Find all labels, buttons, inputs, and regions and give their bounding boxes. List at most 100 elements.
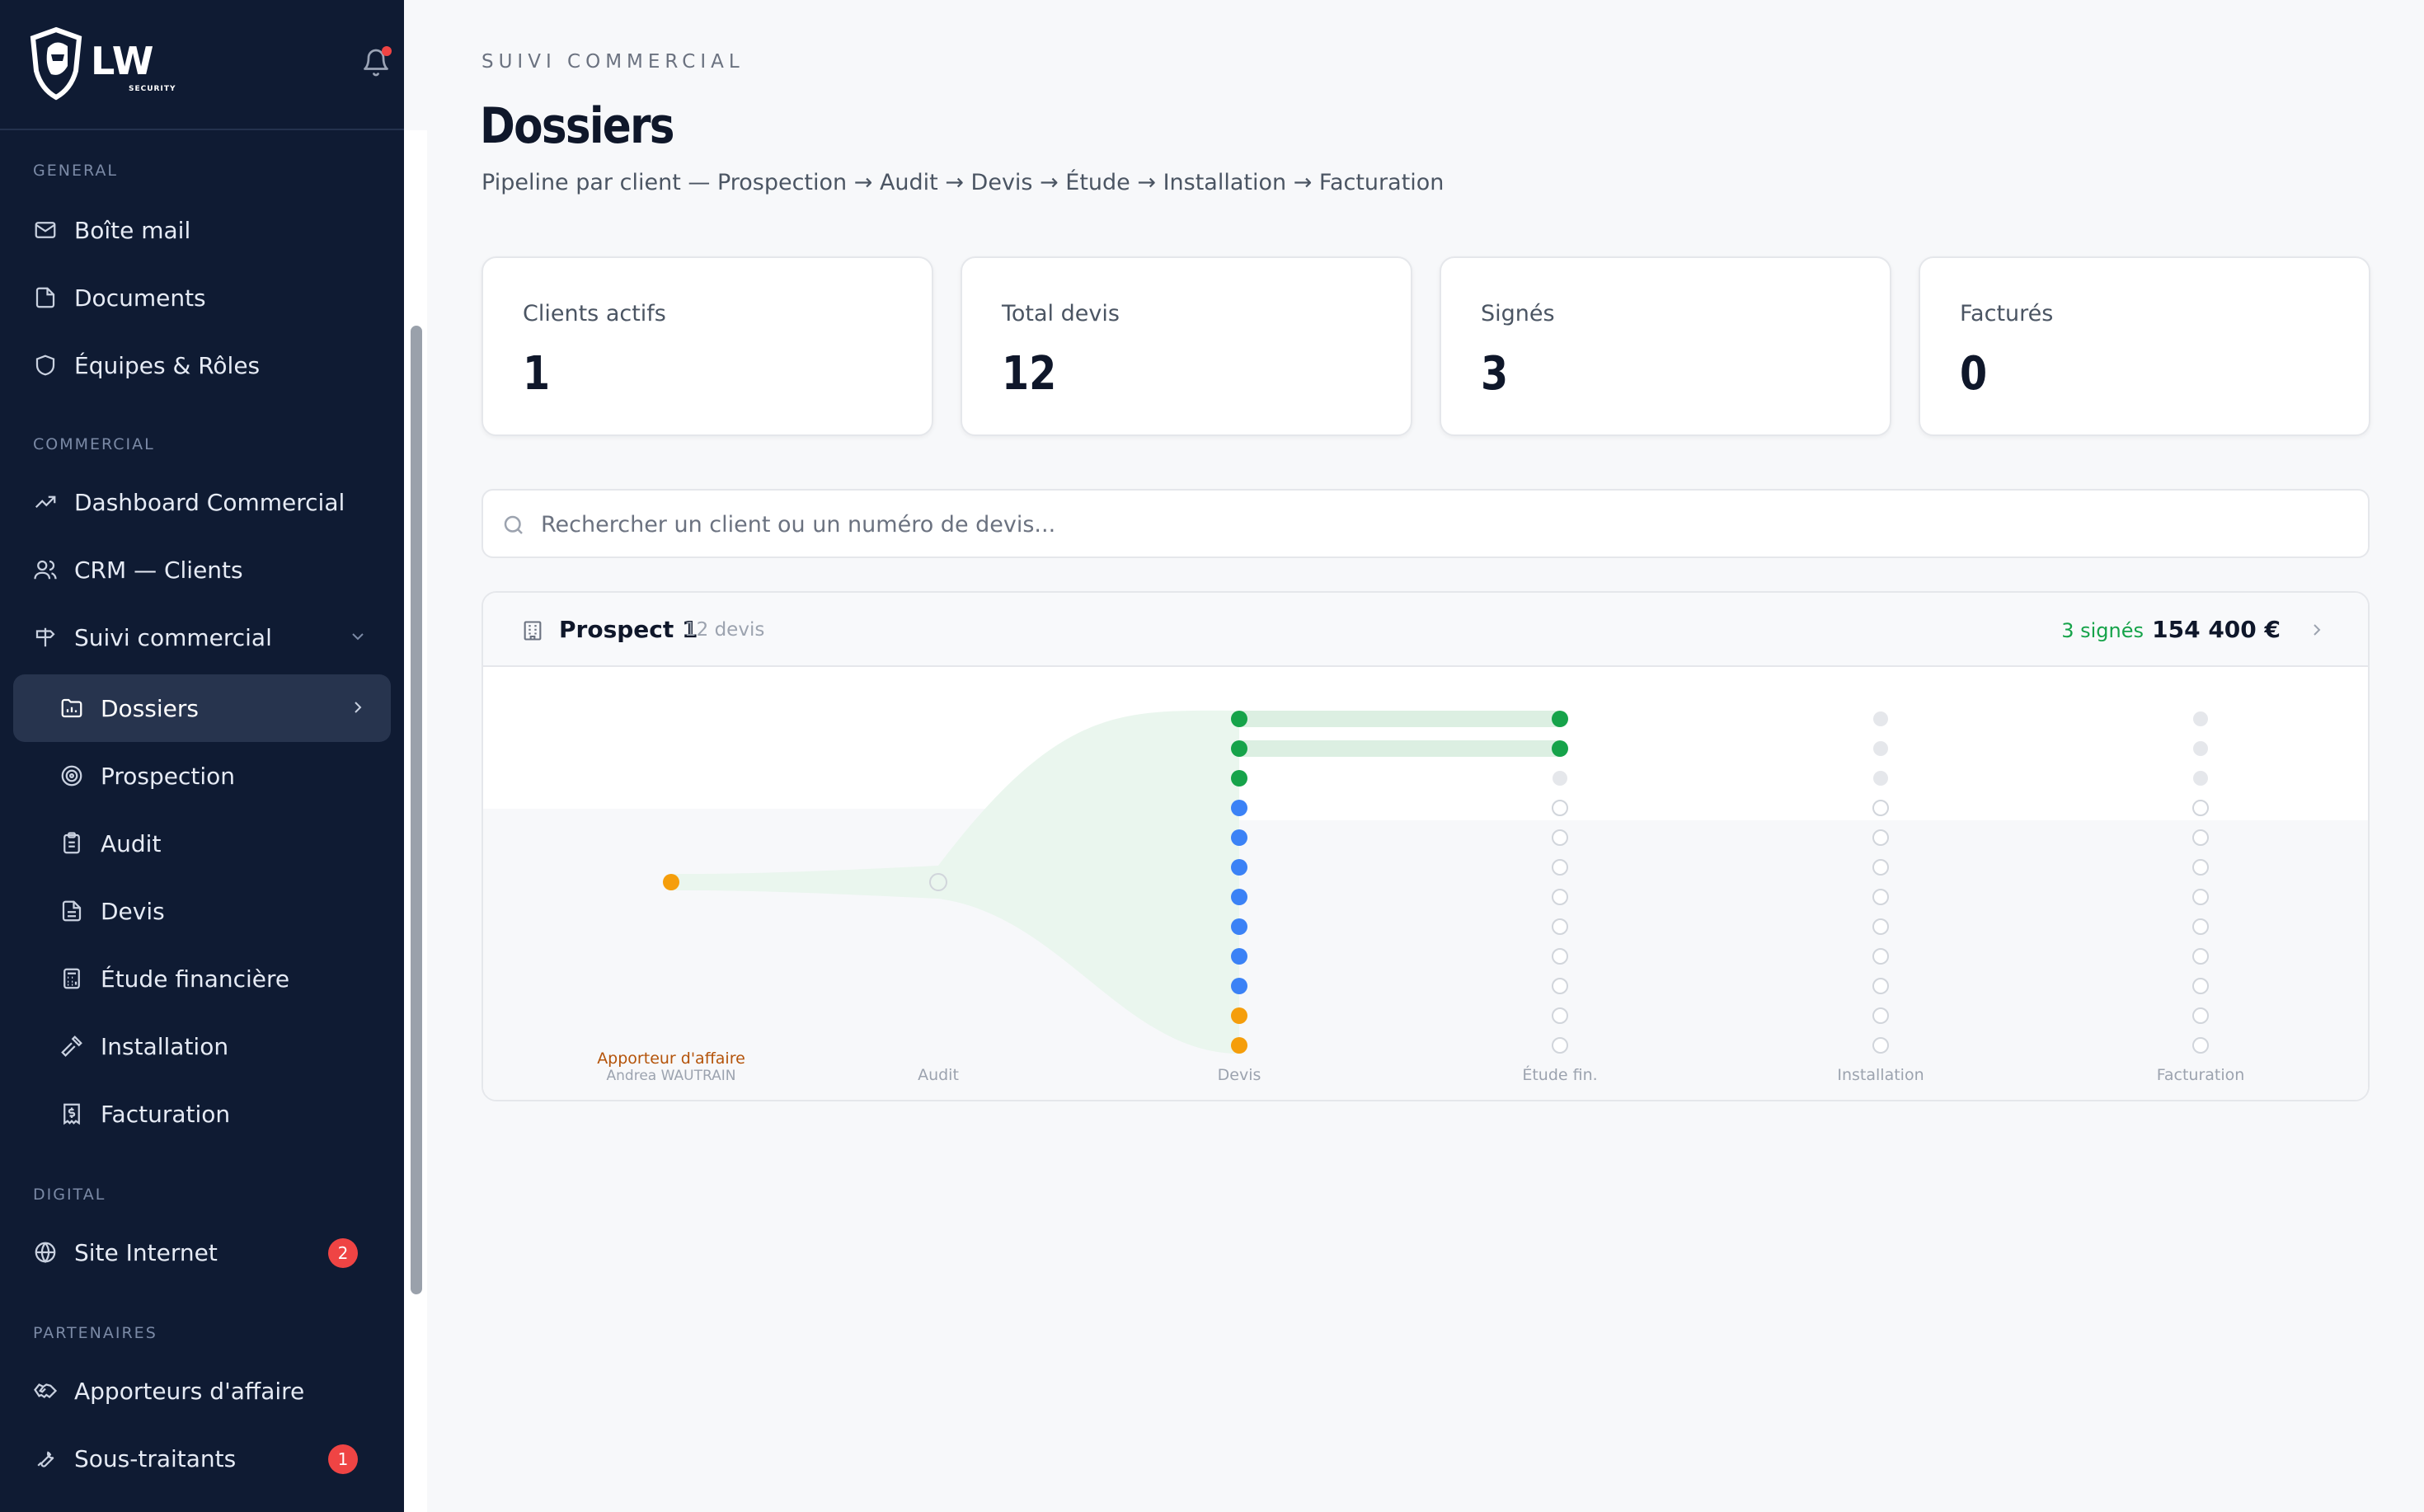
chevron-right-icon[interactable]: [2307, 620, 2327, 640]
page-subtitle: Pipeline par client — Prospection → Audi…: [482, 170, 1445, 195]
sidebar-item-site[interactable]: Site Internet 2: [13, 1219, 391, 1286]
client-devis-count: 12 devis: [684, 619, 765, 641]
stage-node: [1872, 859, 1889, 876]
stage-node: [1552, 1037, 1568, 1054]
stage-node: [2193, 711, 2208, 726]
stage-node: [1872, 948, 1889, 965]
sidebar-item-soustraitants[interactable]: Sous-traitants 1: [13, 1425, 391, 1492]
main-content: SUIVI COMMERCIAL Dossiers Pipeline par c…: [427, 0, 2424, 1512]
logo-subtext: SECURITY: [129, 85, 176, 93]
sidebar-item-label: Dashboard Commercial: [74, 488, 345, 516]
chevron-down-icon: [352, 633, 364, 641]
sidebar-item-label: Installation: [101, 1032, 229, 1060]
sidebar-item-installation[interactable]: Installation: [13, 1012, 391, 1080]
stage-node: [2192, 978, 2209, 994]
sidebar-item-suivi[interactable]: Suivi commercial: [13, 603, 391, 671]
sidebar-item-label: Boîte mail: [74, 216, 191, 244]
sidebar-item-facturation[interactable]: Facturation: [13, 1080, 391, 1148]
stat-value: 3: [1481, 347, 1509, 401]
target-icon: [59, 763, 84, 788]
section-general: GENERAL: [33, 162, 118, 180]
stage-node: [2192, 1007, 2209, 1024]
sidebar-item-apporteurs[interactable]: Apporteurs d'affaire: [13, 1357, 391, 1425]
source-label: Apporteur d'affaire: [597, 1049, 745, 1068]
client-total-amount: 154 400 €: [2152, 616, 2281, 643]
section-partners: PARTENAIRES: [33, 1324, 157, 1342]
stage-node: [1552, 1007, 1568, 1024]
stage-label: Installation: [1837, 1066, 1924, 1084]
mail-icon: [33, 218, 58, 242]
sidebar-item-label: Dossiers: [101, 694, 199, 722]
search-box[interactable]: [482, 489, 2370, 558]
source-node: [663, 874, 679, 890]
sidebar-item-documents[interactable]: Documents: [13, 264, 391, 331]
sidebar-item-prospection[interactable]: Prospection: [13, 742, 391, 810]
stage-node: [1872, 829, 1889, 846]
sidebar-item-etude[interactable]: Étude financière: [13, 945, 391, 1012]
sidebar-item-devis[interactable]: Devis: [13, 877, 391, 945]
sidebar-item-dossiers[interactable]: Dossiers: [13, 674, 391, 742]
stat-value: 1: [523, 347, 551, 401]
sidebar-item-mail[interactable]: Boîte mail: [13, 196, 391, 264]
count-badge: 2: [328, 1238, 358, 1268]
stat-card-clients: Clients actifs 1: [482, 256, 933, 436]
search-input[interactable]: [541, 502, 2338, 547]
stage-node: [1552, 948, 1568, 965]
sidebar-item-label: CRM — Clients: [74, 556, 243, 584]
file-icon: [33, 285, 58, 310]
stage-node: [1552, 829, 1568, 846]
sidebar-item-teams[interactable]: Équipes & Rôles: [13, 331, 391, 399]
signed-flow-bar: [1239, 740, 1560, 757]
client-pipeline-card[interactable]: Prospect 1 12 devis 3 signés 154 400 € A…: [482, 591, 2370, 1101]
section-commercial: COMMERCIAL: [33, 435, 155, 453]
client-signed-count: 3 signés: [2061, 619, 2144, 642]
section-digital: DIGITAL: [33, 1186, 106, 1204]
sidebar-item-label: Devis: [101, 897, 165, 925]
wrench-icon: [33, 1446, 58, 1471]
brand-header: LW SECURITY: [0, 0, 404, 130]
stage-label: Devis: [1218, 1066, 1261, 1084]
sidebar-item-label: Documents: [74, 284, 206, 312]
globe-icon: [33, 1240, 58, 1265]
sidebar-item-audit[interactable]: Audit: [13, 810, 391, 877]
client-card-header[interactable]: Prospect 1 12 devis 3 signés 154 400 €: [483, 593, 2368, 667]
stage-node: [1872, 1007, 1889, 1024]
devis-node: [1231, 711, 1247, 727]
etude-node: [1552, 740, 1568, 757]
file-text-icon: [59, 899, 84, 923]
stage-node: [2192, 859, 2209, 876]
devis-node: [1231, 859, 1247, 876]
sidebar-scrollbar-thumb[interactable]: [411, 326, 422, 1294]
folder-icon: [59, 696, 84, 721]
sidebar-item-label: Étude financière: [101, 965, 290, 993]
stage-node: [2192, 1037, 2209, 1054]
devis-node: [1231, 889, 1247, 905]
source-name: Andrea WAUTRAIN: [607, 1068, 736, 1084]
stat-card-devis: Total devis 12: [961, 256, 1412, 436]
devis-node: [1231, 1037, 1247, 1054]
clipboard-icon: [59, 831, 84, 856]
devis-node: [1231, 829, 1247, 846]
page-title: Dossiers: [480, 97, 675, 155]
stage-node: [1873, 741, 1888, 756]
sidebar-item-crm[interactable]: CRM — Clients: [13, 536, 391, 603]
devis-node: [1231, 740, 1247, 757]
stage-node: [1872, 1037, 1889, 1054]
sidebar-item-label: Équipes & Rôles: [74, 351, 261, 379]
sidebar-item-dashboard[interactable]: Dashboard Commercial: [13, 468, 391, 536]
sidebar-item-label: Audit: [101, 829, 162, 857]
devis-node: [1231, 770, 1247, 787]
count-badge: 1: [328, 1444, 358, 1474]
lw-security-logo[interactable]: LW SECURITY: [23, 23, 188, 102]
stage-node: [1872, 978, 1889, 994]
stage-node: [2193, 741, 2208, 756]
page-eyebrow: SUIVI COMMERCIAL: [482, 51, 745, 73]
pipeline-flow: Apporteur d'affaireAndrea WAUTRAIN Audit D…: [483, 667, 2368, 1100]
building-icon: [524, 621, 542, 641]
stage-node: [2193, 771, 2208, 786]
stage-node: [2192, 918, 2209, 935]
devis-node: [1231, 800, 1247, 816]
stage-node: [1552, 859, 1568, 876]
stage-node: [1873, 771, 1888, 786]
etude-node: [1552, 711, 1568, 727]
